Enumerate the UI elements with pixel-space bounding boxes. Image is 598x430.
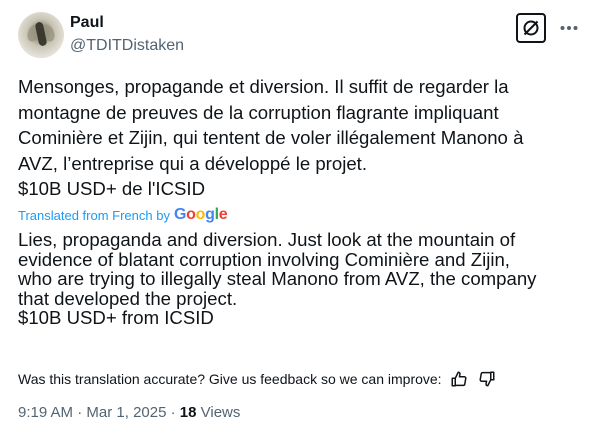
tweet-time[interactable]: 9:19 AM: [18, 404, 73, 421]
more-icon: [560, 26, 578, 30]
views-label: Views: [200, 404, 241, 421]
translated-from-label[interactable]: Translated from French by Google: [18, 206, 228, 224]
tweet-meta: 9:19 AM · Mar 1, 2025 · 18 Views: [18, 404, 240, 421]
tweet-date[interactable]: Mar 1, 2025: [86, 404, 166, 421]
grok-icon: [523, 20, 539, 36]
display-name[interactable]: Paul: [70, 14, 104, 32]
thumbs-up-icon[interactable]: [448, 368, 470, 390]
thumbs-down-icon[interactable]: [476, 368, 498, 390]
feedback-prompt: Was this translation accurate? Give us f…: [18, 371, 442, 387]
translation-feedback: Was this translation accurate? Give us f…: [18, 368, 498, 390]
meta-separator: ·: [170, 404, 176, 421]
more-button[interactable]: [558, 17, 580, 39]
translated-text: Lies, propaganda and diversion. Just loo…: [18, 229, 537, 329]
meta-separator: ·: [77, 404, 83, 421]
google-logo: Google: [173, 206, 228, 223]
avatar[interactable]: [18, 12, 64, 58]
translated-from-text: Translated from French by: [18, 207, 170, 223]
tweet-text: Mensonges, propagande et diversion. Il s…: [18, 76, 524, 199]
user-handle[interactable]: @TDITDistaken: [70, 37, 184, 55]
views-count: 18: [179, 404, 197, 421]
grok-button[interactable]: [516, 13, 546, 43]
